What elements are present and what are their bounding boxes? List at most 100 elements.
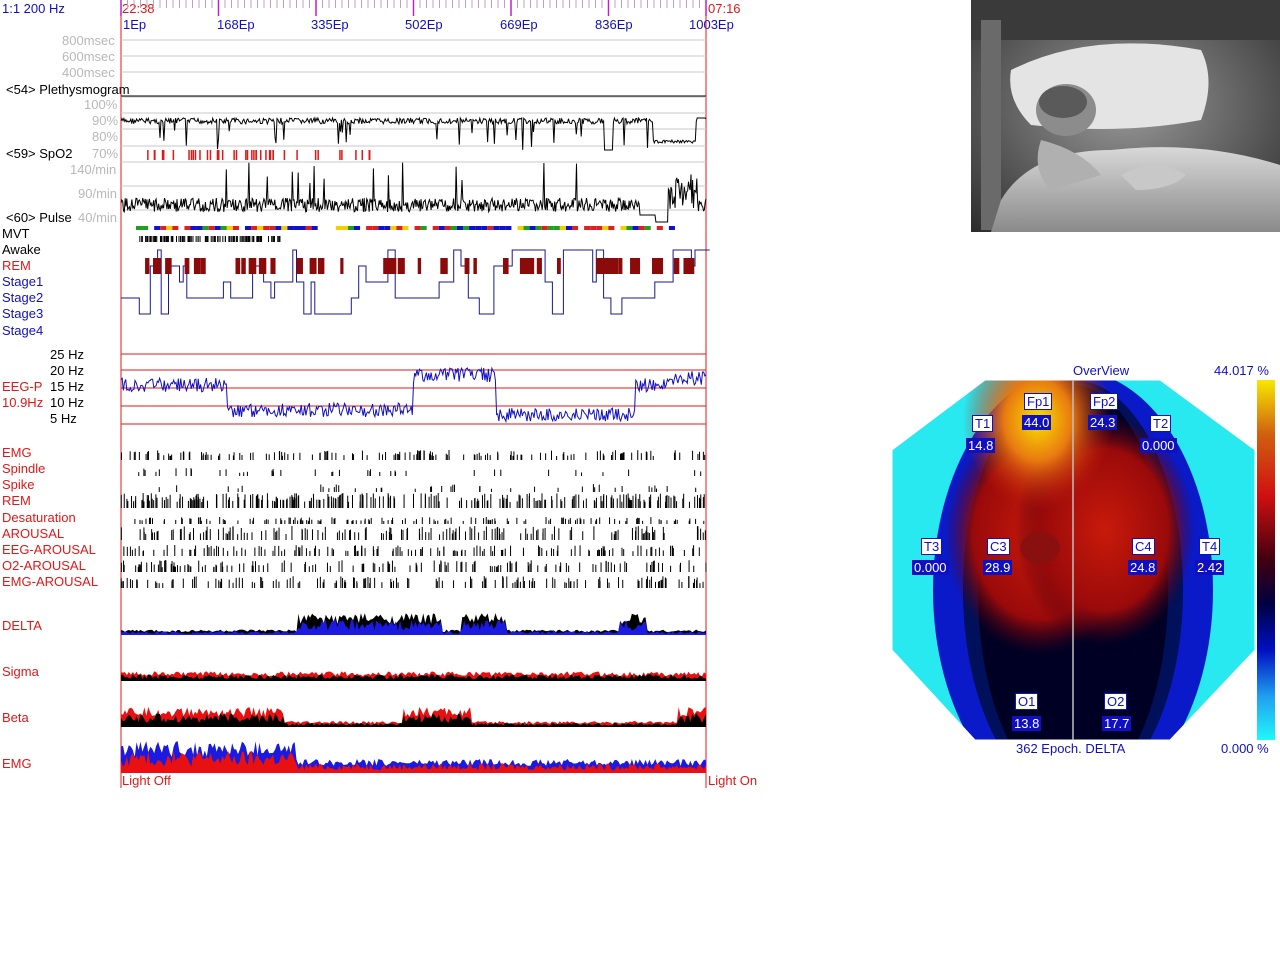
rem-block xyxy=(270,258,276,274)
movement-band-segment xyxy=(354,226,361,230)
movement-band-segment xyxy=(293,226,300,230)
electrode-c4-value: 24.8 xyxy=(1128,560,1158,575)
electrode-o1-value: 13.8 xyxy=(1012,716,1042,731)
polysomnography-trend-chart xyxy=(120,0,710,788)
rem-block xyxy=(473,258,477,274)
movement-band-segment xyxy=(547,226,554,230)
movement-band-segment xyxy=(257,226,264,230)
movement-band-segment xyxy=(251,226,258,230)
movement-band-segment xyxy=(608,226,615,230)
electrode-t3-name: T3 xyxy=(921,538,943,555)
movement-band-segment xyxy=(632,226,639,230)
electrode-c4-name: C4 xyxy=(1132,538,1155,555)
rem-block xyxy=(630,258,638,274)
rem-block xyxy=(688,258,695,274)
rem-block xyxy=(193,258,201,274)
movement-band-segment xyxy=(263,226,270,230)
rem-block xyxy=(184,258,190,274)
rem-block xyxy=(241,258,246,274)
movement-band-segment xyxy=(184,226,191,230)
movement-band-segment xyxy=(142,226,149,230)
movement-band-segment xyxy=(378,226,385,230)
electrode-t1-value: 14.8 xyxy=(966,438,996,453)
movement-band-segment xyxy=(214,226,221,230)
electrode-o1-name: O1 xyxy=(1015,693,1039,710)
topomap-footer: 362 Epoch. DELTA xyxy=(1016,741,1126,756)
movement-band-segment xyxy=(572,226,579,230)
movement-band-segment xyxy=(505,226,512,230)
electrode-fp2-value: 24.3 xyxy=(1088,415,1118,430)
sleeping-patient-image xyxy=(971,0,1280,232)
electrode-t2-name: T2 xyxy=(1150,415,1172,432)
rem-block xyxy=(519,258,528,274)
movement-band-segment xyxy=(136,226,143,230)
movement-band-segment xyxy=(414,226,421,230)
movement-band-segment xyxy=(620,226,627,230)
rem-block xyxy=(417,258,422,274)
movement-band-segment xyxy=(366,226,373,230)
movement-band-segment xyxy=(444,226,451,230)
spo2-trace xyxy=(120,116,707,151)
movement-band-segment xyxy=(559,226,566,230)
movement-band-segment xyxy=(390,226,397,230)
electrode-fp2-name: Fp2 xyxy=(1090,393,1119,410)
movement-band-segment xyxy=(305,226,312,230)
movement-band-segment xyxy=(499,226,506,230)
movement-band-segment xyxy=(475,226,482,230)
rem-block xyxy=(318,258,325,274)
color-scale-bar xyxy=(1257,380,1275,740)
rem-block xyxy=(536,258,542,274)
movement-band-segment xyxy=(529,226,536,230)
movement-band-segment xyxy=(154,226,161,230)
rem-block xyxy=(296,258,303,274)
rem-block xyxy=(235,258,241,274)
movement-band-segment xyxy=(347,226,354,230)
topomap-min-label: 0.000 % xyxy=(1221,741,1269,756)
movement-band-segment xyxy=(590,226,597,230)
rem-block xyxy=(503,258,509,274)
rem-block xyxy=(599,258,607,274)
movement-band-segment xyxy=(208,226,215,230)
pulse-trace xyxy=(120,162,707,223)
eeg-topography-map: OverView 44.017 % 0.000 % 362 Epoch. DEL… xyxy=(890,360,1280,760)
movement-band-segment xyxy=(456,226,463,230)
electrode-t4-value: 2.42 xyxy=(1195,560,1225,575)
rem-block xyxy=(651,258,661,274)
movement-band-segment xyxy=(166,226,173,230)
movement-band-segment xyxy=(245,226,252,230)
electrode-t2-value: 0.000 xyxy=(1140,438,1177,453)
movement-band-segment xyxy=(269,226,276,230)
movement-band-segment xyxy=(463,226,470,230)
electrode-o2-value: 17.7 xyxy=(1102,716,1132,731)
rem-block xyxy=(397,258,405,274)
movement-band-segment xyxy=(432,226,439,230)
movement-band-segment xyxy=(226,226,233,230)
rem-block xyxy=(464,258,470,274)
patient-video-frame xyxy=(971,0,1280,232)
movement-band-segment xyxy=(602,226,609,230)
movement-band-segment xyxy=(341,226,348,230)
movement-band-segment xyxy=(565,226,572,230)
electrode-c3-name: C3 xyxy=(987,538,1010,555)
rem-block xyxy=(530,258,535,274)
movement-band-segment xyxy=(281,226,288,230)
electrode-fp1-name: Fp1 xyxy=(1024,393,1053,410)
movement-band-segment xyxy=(469,226,476,230)
rem-block xyxy=(258,258,267,274)
movement-band-segment xyxy=(172,226,179,230)
movement-band-segment xyxy=(160,226,167,230)
movement-band-segment xyxy=(487,226,494,230)
movement-band-segment xyxy=(644,226,651,230)
rem-block xyxy=(610,258,619,274)
electrode-c3-value: 28.9 xyxy=(983,560,1013,575)
eeg-peak-frequency-trace xyxy=(120,366,707,424)
movement-band-segment xyxy=(299,226,306,230)
rem-block xyxy=(388,258,397,274)
movement-band-segment xyxy=(384,226,391,230)
movement-band-segment xyxy=(372,226,379,230)
movement-band-segment xyxy=(438,226,445,230)
electrode-t3-value: 0.000 xyxy=(912,560,949,575)
movement-band-segment xyxy=(311,226,318,230)
movement-band-segment xyxy=(656,226,663,230)
movement-band-segment xyxy=(190,226,197,230)
